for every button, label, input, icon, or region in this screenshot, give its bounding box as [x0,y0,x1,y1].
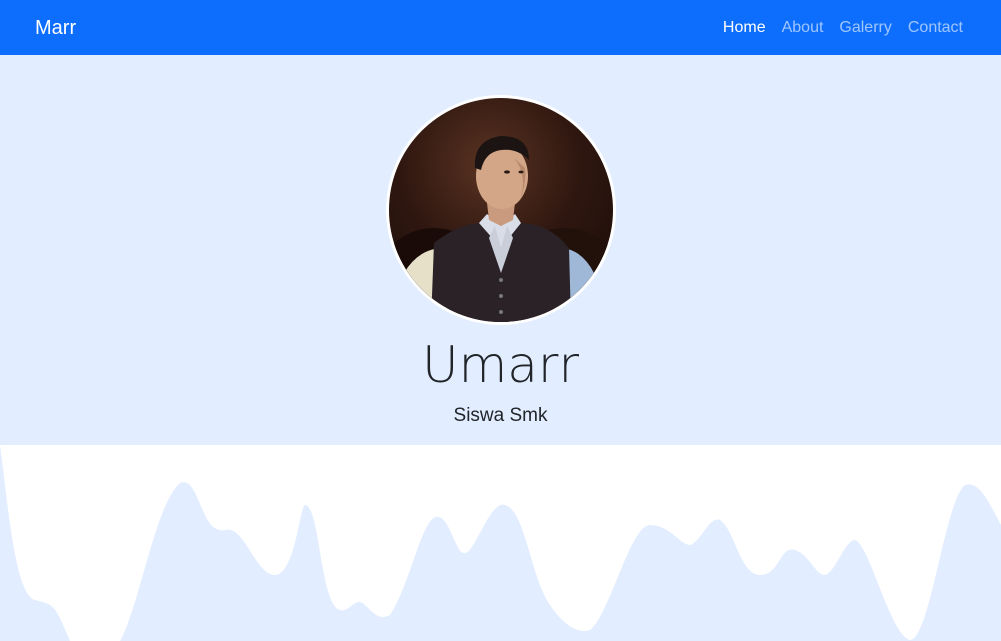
brand-link[interactable]: Marr [35,15,76,41]
portrait-image [389,136,613,322]
profile-avatar [386,95,616,325]
nav-links: Home About Galerry Contact [723,17,963,39]
nav-link-gallery[interactable]: Galerry [839,17,891,39]
wave-decoration [0,445,1001,641]
hero-section: Umarr Siswa Smk [0,55,1001,445]
profile-name: Umarr [421,336,580,394]
navbar: Marr Home About Galerry Contact [0,0,1001,55]
profile-subtitle: Siswa Smk [453,405,548,426]
nav-link-about[interactable]: About [782,17,824,39]
nav-link-home[interactable]: Home [723,17,766,39]
nav-link-contact[interactable]: Contact [908,17,963,39]
